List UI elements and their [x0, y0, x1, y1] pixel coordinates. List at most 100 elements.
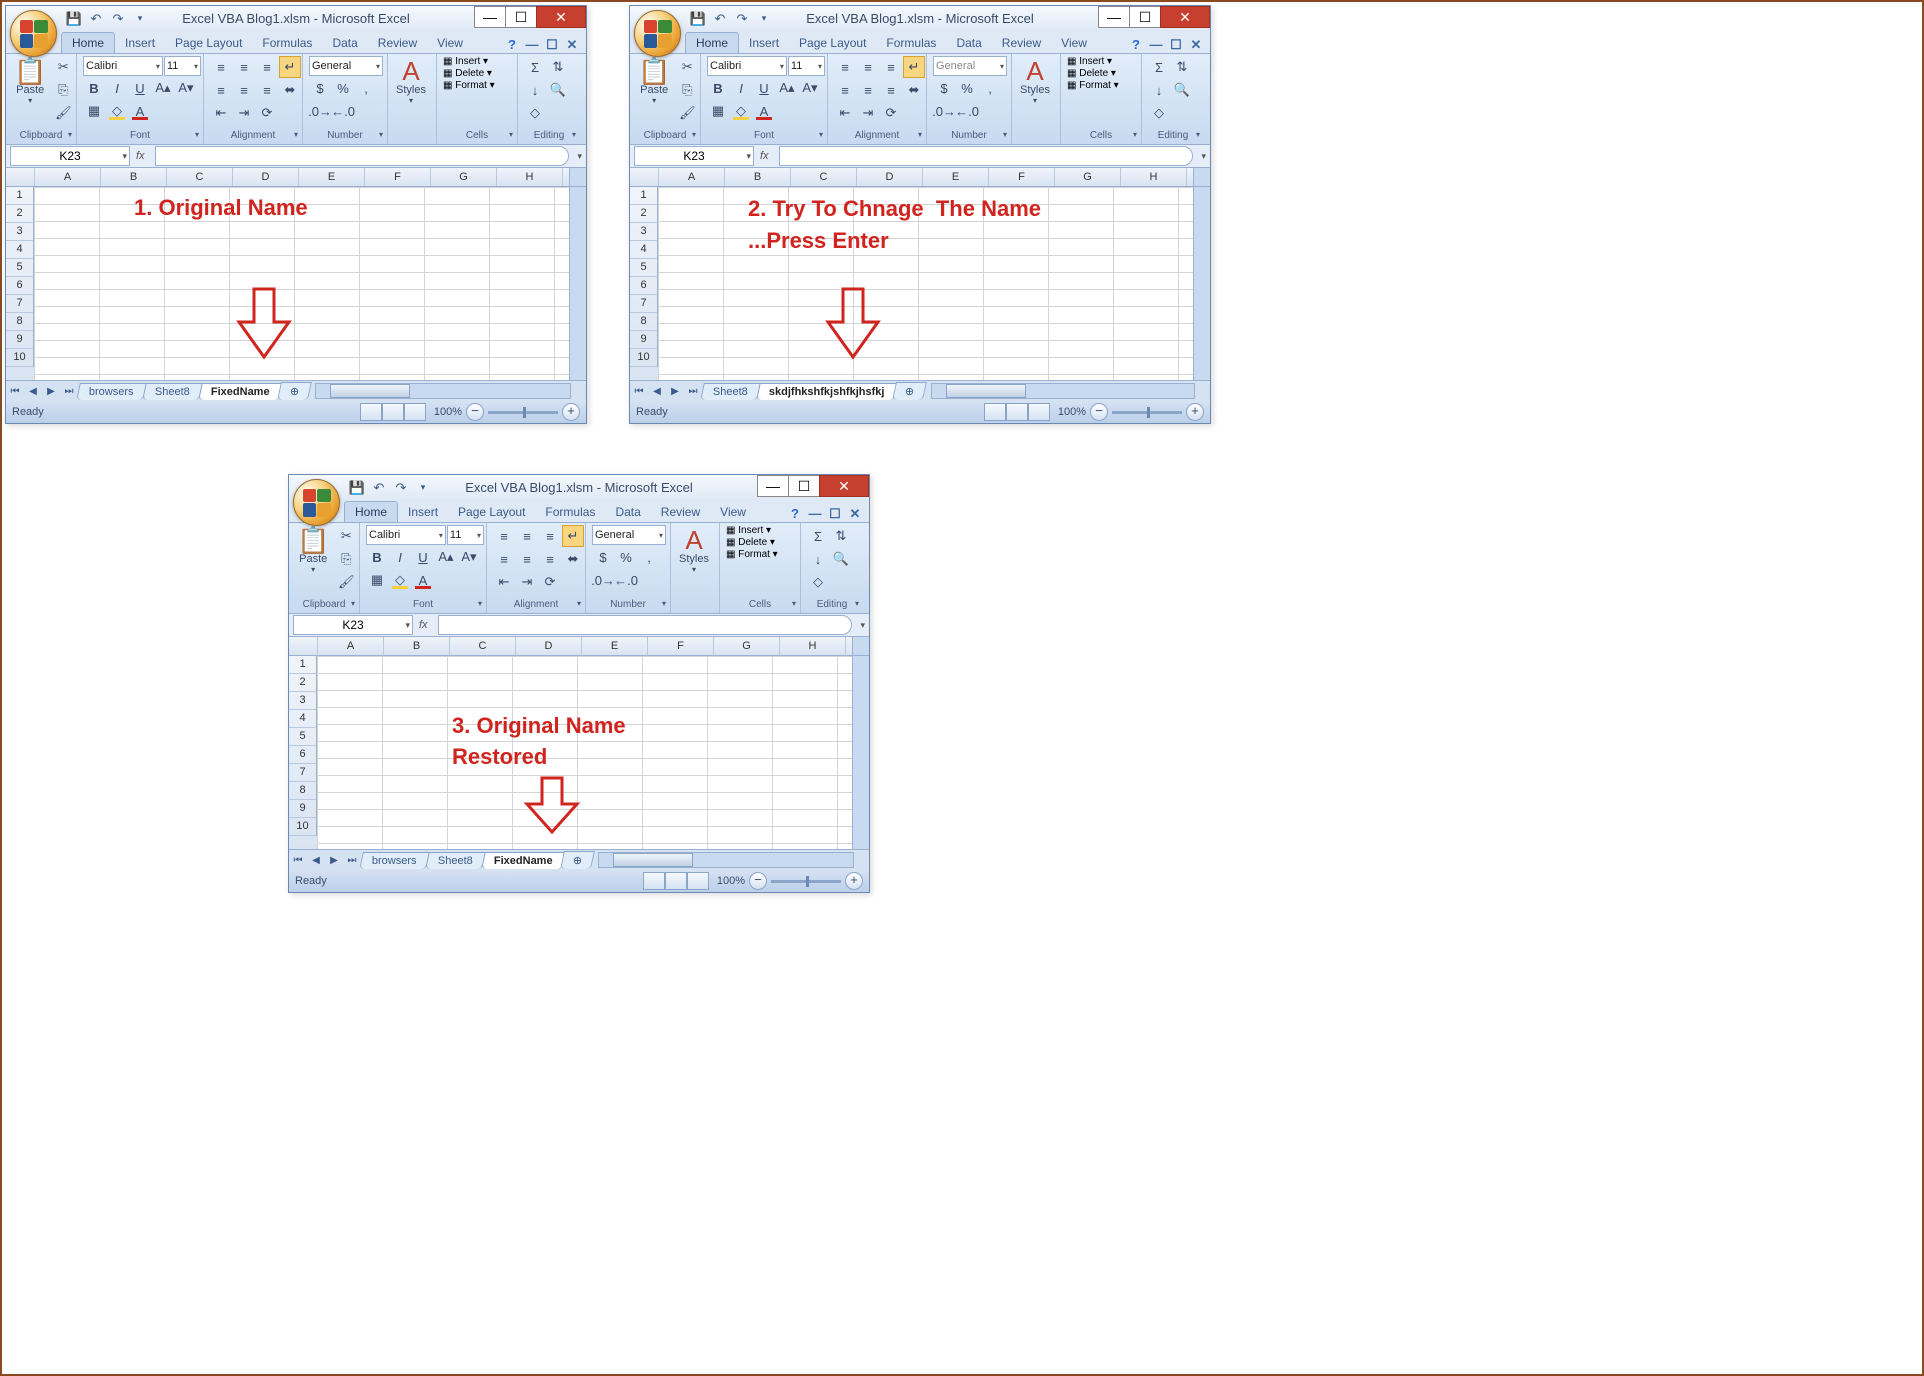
close-workbook-icon[interactable]: ✕	[1188, 37, 1204, 53]
row-header[interactable]: 7	[630, 295, 658, 313]
sheet-tab-active[interactable]: FixedName	[198, 383, 282, 400]
office-button[interactable]	[293, 479, 340, 526]
row-header[interactable]: 10	[6, 349, 34, 367]
sheet-nav-first[interactable]: ⏮	[6, 386, 24, 397]
sheet-nav-prev[interactable]: ◀	[307, 855, 325, 866]
close-button[interactable]: ✕	[819, 475, 869, 497]
comma-icon[interactable]: ,	[355, 77, 377, 99]
increase-indent-icon[interactable]: ⇥	[857, 102, 879, 124]
align-middle-icon[interactable]: ≡	[857, 56, 879, 78]
delete-cells-button[interactable]: ▦ Delete ▾	[726, 537, 775, 548]
page-layout-view-icon[interactable]	[1006, 403, 1028, 421]
italic-icon[interactable]: I	[389, 546, 411, 568]
accounting-icon[interactable]: $	[592, 546, 614, 568]
tab-insert[interactable]: Insert	[115, 33, 165, 53]
row-header[interactable]: 2	[6, 205, 34, 223]
border-icon[interactable]: ▦	[707, 100, 729, 122]
cell-grid[interactable]: 2. Try To Chnage The Name ...Press Enter	[658, 187, 1193, 380]
formula-bar[interactable]	[779, 146, 1194, 166]
align-left-icon[interactable]: ≡	[834, 79, 856, 101]
close-workbook-icon[interactable]: ✕	[564, 37, 580, 53]
zoom-slider[interactable]	[771, 880, 841, 883]
row-header[interactable]: 4	[289, 710, 317, 728]
expand-formula-icon[interactable]: ▾	[573, 151, 586, 162]
sheet-nav-next[interactable]: ▶	[325, 855, 343, 866]
find-icon[interactable]: 🔍	[1171, 79, 1193, 101]
cut-icon[interactable]: ✂	[52, 56, 74, 78]
increase-indent-icon[interactable]: ⇥	[233, 102, 255, 124]
autosum-icon[interactable]: Σ	[524, 56, 546, 78]
row-header[interactable]: 6	[6, 277, 34, 295]
format-cells-button[interactable]: ▦ Format ▾	[726, 549, 778, 560]
row-header[interactable]: 8	[630, 313, 658, 331]
undo-icon[interactable]: ↶	[370, 479, 388, 497]
expand-formula-icon[interactable]: ▾	[1197, 151, 1210, 162]
delete-cells-button[interactable]: ▦ Delete ▾	[1067, 68, 1116, 79]
sheet-nav-next[interactable]: ▶	[42, 386, 60, 397]
increase-decimal-icon[interactable]: .0→	[933, 100, 955, 122]
format-cells-button[interactable]: ▦ Format ▾	[1067, 80, 1119, 91]
zoom-in-button[interactable]: +	[1186, 403, 1204, 421]
tab-view[interactable]: View	[710, 502, 756, 522]
row-header[interactable]: 3	[630, 223, 658, 241]
orientation-icon[interactable]: ⟳	[256, 102, 278, 124]
row-header[interactable]: 1	[630, 187, 658, 205]
help-icon[interactable]: ?	[787, 506, 803, 522]
save-icon[interactable]: 💾	[348, 479, 366, 497]
format-painter-icon[interactable]: 🖌	[52, 102, 74, 124]
column-header[interactable]: C	[167, 168, 233, 186]
copy-icon[interactable]: ⎘	[335, 548, 357, 570]
column-header[interactable]: E	[582, 637, 648, 655]
maximize-button[interactable]: ☐	[505, 6, 537, 28]
tab-page-layout[interactable]: Page Layout	[448, 502, 535, 522]
formula-bar[interactable]	[155, 146, 570, 166]
merge-icon[interactable]: ⬌	[279, 79, 301, 101]
bold-icon[interactable]: B	[707, 77, 729, 99]
underline-icon[interactable]: U	[129, 77, 151, 99]
page-layout-view-icon[interactable]	[382, 403, 404, 421]
row-header[interactable]: 10	[630, 349, 658, 367]
column-header[interactable]: B	[725, 168, 791, 186]
align-center-icon[interactable]: ≡	[233, 79, 255, 101]
sheet-tab[interactable]: Sheet8	[142, 383, 202, 400]
column-header[interactable]: D	[233, 168, 299, 186]
tab-view[interactable]: View	[427, 33, 473, 53]
tab-data[interactable]: Data	[322, 33, 367, 53]
tab-insert[interactable]: Insert	[739, 33, 789, 53]
align-right-icon[interactable]: ≡	[539, 548, 561, 570]
column-header[interactable]: F	[648, 637, 714, 655]
close-workbook-icon[interactable]: ✕	[847, 506, 863, 522]
name-box[interactable]: K23	[293, 615, 413, 635]
vertical-scrollbar[interactable]	[1193, 187, 1210, 380]
new-sheet-button[interactable]: ⊕	[893, 382, 928, 400]
row-header[interactable]: 2	[630, 205, 658, 223]
fill-icon[interactable]: ↓	[807, 548, 829, 570]
grow-font-icon[interactable]: A▴	[152, 77, 174, 99]
font-name-select[interactable]: Calibri▾	[707, 56, 787, 76]
minimize-ribbon-icon[interactable]: —	[524, 37, 540, 53]
zoom-in-button[interactable]: +	[845, 872, 863, 890]
column-header[interactable]: E	[299, 168, 365, 186]
font-color-icon[interactable]: A	[412, 569, 434, 591]
fill-icon[interactable]: ↓	[1148, 79, 1170, 101]
find-icon[interactable]: 🔍	[830, 548, 852, 570]
column-header[interactable]: A	[318, 637, 384, 655]
redo-icon[interactable]: ↷	[392, 479, 410, 497]
normal-view-icon[interactable]	[360, 403, 382, 421]
tab-data[interactable]: Data	[605, 502, 650, 522]
row-header[interactable]: 5	[289, 728, 317, 746]
autosum-icon[interactable]: Σ	[1148, 56, 1170, 78]
find-icon[interactable]: 🔍	[547, 79, 569, 101]
column-header[interactable]: H	[497, 168, 563, 186]
tab-review[interactable]: Review	[651, 502, 710, 522]
sheet-tab[interactable]: Sheet8	[700, 383, 760, 400]
copy-icon[interactable]: ⎘	[676, 79, 698, 101]
align-bottom-icon[interactable]: ≡	[880, 56, 902, 78]
tab-page-layout[interactable]: Page Layout	[789, 33, 876, 53]
column-header[interactable]: A	[35, 168, 101, 186]
redo-icon[interactable]: ↷	[733, 10, 751, 28]
column-header[interactable]: E	[923, 168, 989, 186]
minimize-ribbon-icon[interactable]: —	[1148, 37, 1164, 53]
undo-icon[interactable]: ↶	[87, 10, 105, 28]
paste-button[interactable]: 📋Paste▾	[293, 525, 333, 576]
